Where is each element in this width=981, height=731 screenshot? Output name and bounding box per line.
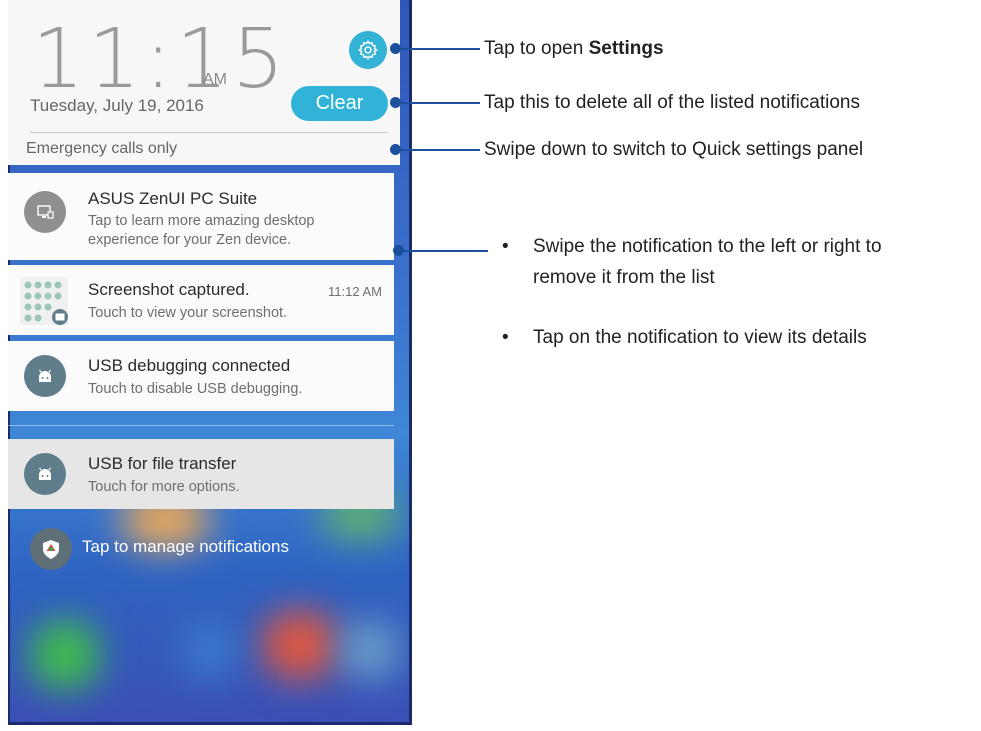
- notification-title: ASUS ZenUI PC Suite: [88, 189, 258, 208]
- clock-ampm: AM: [203, 71, 227, 88]
- callout-line: [400, 102, 480, 104]
- manage-notifications-label: Tap to manage notifications: [82, 537, 289, 556]
- settings-button[interactable]: [349, 31, 387, 69]
- callout-settings: Tap to open Settings: [484, 38, 664, 60]
- header-divider: [30, 132, 388, 133]
- callout-tap-notification: Tap on the notification to view its deta…: [533, 327, 867, 348]
- callout-settings-bold: Settings: [588, 38, 664, 59]
- notification-title: USB for file transfer: [88, 454, 237, 473]
- notification-text: Touch to view your screenshot.: [88, 305, 288, 321]
- notification-usb-file-transfer[interactable]: USB for file transfer Touch for more opt…: [8, 439, 394, 509]
- wallpaper-blob: [30, 620, 100, 690]
- callout-swipe-down: Swipe down to switch to Quick settings p…: [484, 139, 864, 160]
- shade-header: 11:15 AM Tuesday, July 19, 2016 Clear Em…: [8, 0, 400, 165]
- wallpaper-blob: [340, 620, 400, 680]
- notification-icon: [24, 453, 66, 495]
- callout-swipe-notification-1: Swipe the notification to the left or ri…: [533, 236, 882, 257]
- callout-line: [403, 250, 488, 252]
- bullet-marker: •: [502, 327, 509, 348]
- notification-text: Touch to disable USB debugging.: [88, 381, 303, 397]
- screenshot-thumbnail-image: [24, 281, 68, 325]
- notification-manager-icon: [30, 528, 72, 570]
- clock: 11:15: [32, 12, 289, 107]
- date: Tuesday, July 19, 2016: [30, 96, 204, 115]
- notification-text: Touch for more options.: [88, 479, 240, 495]
- callout-line: [400, 149, 480, 151]
- notification-time: 11:12 AM: [328, 284, 382, 299]
- notification-zenui-pc-suite[interactable]: ASUS ZenUI PC Suite Tap to learn more am…: [8, 173, 394, 260]
- notification-text: experience for your Zen device.: [88, 232, 292, 248]
- clear-button[interactable]: Clear: [291, 86, 388, 121]
- android-icon: [39, 369, 51, 382]
- notification-text: Tap to learn more amazing desktop: [88, 213, 315, 229]
- notification-usb-debugging[interactable]: USB debugging connected Touch to disable…: [8, 341, 394, 411]
- shield-icon: [43, 540, 59, 559]
- section-divider: [8, 425, 394, 426]
- network-status: Emergency calls only: [26, 140, 178, 157]
- notification-icon: [24, 191, 66, 233]
- callout-settings-text: Tap to open: [484, 38, 589, 59]
- callout-swipe-notification-2: remove it from the list: [533, 267, 715, 288]
- notification-title: USB debugging connected: [88, 356, 291, 375]
- bullet-marker: •: [502, 236, 509, 257]
- notification-title: Screenshot captured.: [88, 280, 250, 299]
- android-icon: [39, 467, 51, 480]
- desktop-icon: [37, 205, 54, 219]
- callout-clear: Tap this to delete all of the listed not…: [484, 92, 861, 113]
- notification-screenshot[interactable]: Screenshot captured. 11:12 AM Touch to v…: [8, 265, 394, 335]
- gear-icon: [357, 39, 378, 61]
- wallpaper-blob: [180, 620, 240, 680]
- wallpaper-blob: [260, 610, 340, 680]
- callout-line: [400, 48, 480, 50]
- screenshot-thumbnail: [20, 277, 68, 325]
- notification-icon: [24, 355, 66, 397]
